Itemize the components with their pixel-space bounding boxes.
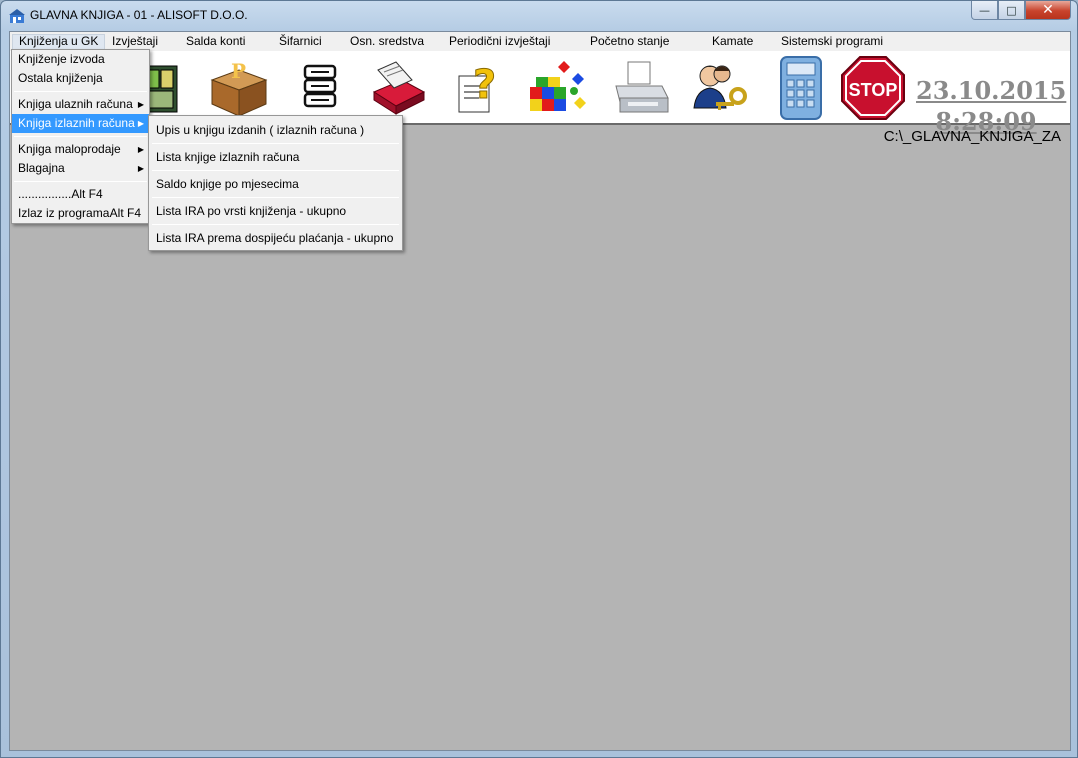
menu-separator bbox=[152, 143, 399, 144]
menu-item-knjiga-izlaznih-racuna[interactable]: Knjiga izlaznih računa ▶ bbox=[12, 114, 149, 133]
menu-osn-sredstva[interactable]: Osn. sredstva bbox=[344, 34, 430, 50]
menu-separator bbox=[152, 224, 399, 225]
svg-text:?: ? bbox=[473, 62, 496, 108]
stop-button[interactable]: STOP bbox=[838, 53, 908, 123]
help-document-button[interactable]: ? bbox=[444, 53, 514, 123]
menu-item-dots-alt-f4[interactable]: ................Alt F4 bbox=[12, 185, 149, 204]
menu-item-knjiga-ulaznih-racuna[interactable]: Knjiga ulaznih računa ▶ bbox=[12, 95, 149, 114]
minimize-button[interactable]: — bbox=[971, 1, 998, 20]
maximize-icon: □ bbox=[1006, 3, 1017, 17]
menu-knjizenja[interactable]: Knjiženja u GK bbox=[12, 34, 106, 50]
menu-item-knjizenje-izvoda[interactable]: Knjiženje izvoda bbox=[12, 50, 149, 69]
package-button[interactable]: P bbox=[204, 53, 274, 123]
server-button[interactable] bbox=[286, 53, 356, 123]
card-file-icon bbox=[372, 61, 426, 115]
menu-periodicni-izvjestaji[interactable]: Periodični izvještaji bbox=[443, 34, 556, 50]
submenu-item-saldo-po-mjesecima[interactable]: Saldo knjige po mjesecima bbox=[149, 172, 402, 196]
calculator-icon bbox=[780, 56, 822, 120]
menu-separator bbox=[14, 136, 147, 137]
izlazni-racuni-submenu: Upis u knjigu izdanih ( izlaznih računa … bbox=[148, 115, 403, 251]
submenu-arrow-icon: ▶ bbox=[137, 119, 144, 128]
menu-item-blagajna[interactable]: Blagajna ▶ bbox=[12, 159, 149, 178]
package-icon: P bbox=[210, 59, 268, 117]
stop-label: STOP bbox=[849, 80, 898, 100]
submenu-item-lista-ira-po-vrsti[interactable]: Lista IRA po vrsti knjiženja - ukupno bbox=[149, 199, 402, 223]
calculator-button[interactable] bbox=[766, 53, 836, 123]
menu-item-label: Izlaz iz programa bbox=[18, 206, 110, 220]
submenu-arrow-icon: ▶ bbox=[137, 100, 144, 109]
submenu-item-lista-ira-dospijece[interactable]: Lista IRA prema dospijeću plaćanja - uku… bbox=[149, 226, 402, 250]
app-window: GLAVNA KNJIGA - 01 - ALISOFT D.O.O. — □ … bbox=[0, 0, 1078, 758]
menu-separator bbox=[14, 181, 147, 182]
menu-item-knjiga-maloprodaje[interactable]: Knjiga maloprodaje ▶ bbox=[12, 140, 149, 159]
menu-separator bbox=[152, 197, 399, 198]
printer-button[interactable] bbox=[606, 53, 676, 123]
menu-item-label: Knjiga ulaznih računa bbox=[18, 97, 133, 111]
knjizenja-dropdown-menu: Knjiženje izvoda Ostala knjiženja Knjiga… bbox=[11, 49, 150, 224]
app-icon bbox=[9, 9, 25, 23]
clock-date: 23.10.2015 bbox=[916, 76, 1067, 105]
stop-icon: STOP bbox=[841, 56, 905, 120]
server-icon bbox=[303, 64, 337, 108]
user-key-button[interactable] bbox=[684, 53, 754, 123]
menu-sistemski-programi[interactable]: Sistemski programi bbox=[775, 34, 889, 50]
card-file-button[interactable] bbox=[360, 53, 430, 123]
menu-salda-konti[interactable]: Salda konti bbox=[180, 34, 251, 50]
menu-bar: Knjiženja u GK Izvještaji Salda konti Ši… bbox=[10, 32, 1070, 51]
menu-pocetno-stanje[interactable]: Početno stanje bbox=[584, 34, 675, 50]
shortcut-label: Alt F4 bbox=[109, 206, 141, 220]
color-cubes-icon bbox=[530, 61, 586, 111]
submenu-item-lista-knjige[interactable]: Lista knjige izlaznih računa bbox=[149, 145, 402, 169]
menu-separator bbox=[152, 170, 399, 171]
submenu-arrow-icon: ▶ bbox=[137, 164, 144, 173]
color-cubes-button[interactable] bbox=[522, 53, 592, 123]
maximize-button[interactable]: □ bbox=[998, 1, 1025, 20]
menu-item-ostala-knjizenja[interactable]: Ostala knjiženja bbox=[12, 69, 149, 88]
menu-separator bbox=[14, 91, 147, 92]
svg-text:P: P bbox=[231, 59, 246, 83]
close-button[interactable]: ✕ bbox=[1025, 1, 1071, 20]
menu-item-label: Blagajna bbox=[18, 161, 65, 175]
minimize-icon: — bbox=[979, 3, 990, 17]
title-bar[interactable]: GLAVNA KNJIGA - 01 - ALISOFT D.O.O. — □ … bbox=[1, 1, 1077, 31]
user-key-icon bbox=[693, 65, 747, 110]
menu-item-label: Knjiga maloprodaje bbox=[18, 142, 121, 156]
help-document-icon: ? bbox=[458, 62, 497, 113]
menu-sifarnici[interactable]: Šifarnici bbox=[273, 34, 328, 50]
menu-izvjestaji[interactable]: Izvještaji bbox=[106, 34, 164, 50]
data-path: C:\_GLAVNA_KNJIGA_ZA bbox=[883, 128, 1061, 145]
toolbar: P ? STOP 23.10.2015 8:28:09 bbox=[10, 51, 1070, 136]
menu-kamate[interactable]: Kamate bbox=[706, 34, 759, 50]
printer-icon bbox=[615, 61, 669, 113]
menu-item-izlaz-iz-programa[interactable]: Izlaz iz programa Alt F4 bbox=[12, 204, 149, 223]
menu-item-label: Knjiga izlaznih računa bbox=[18, 116, 135, 130]
submenu-arrow-icon: ▶ bbox=[137, 145, 144, 154]
close-icon: ✕ bbox=[1042, 2, 1054, 18]
submenu-item-upis[interactable]: Upis u knjigu izdanih ( izlaznih računa … bbox=[149, 118, 402, 142]
window-title: GLAVNA KNJIGA - 01 - ALISOFT D.O.O. bbox=[30, 8, 248, 22]
